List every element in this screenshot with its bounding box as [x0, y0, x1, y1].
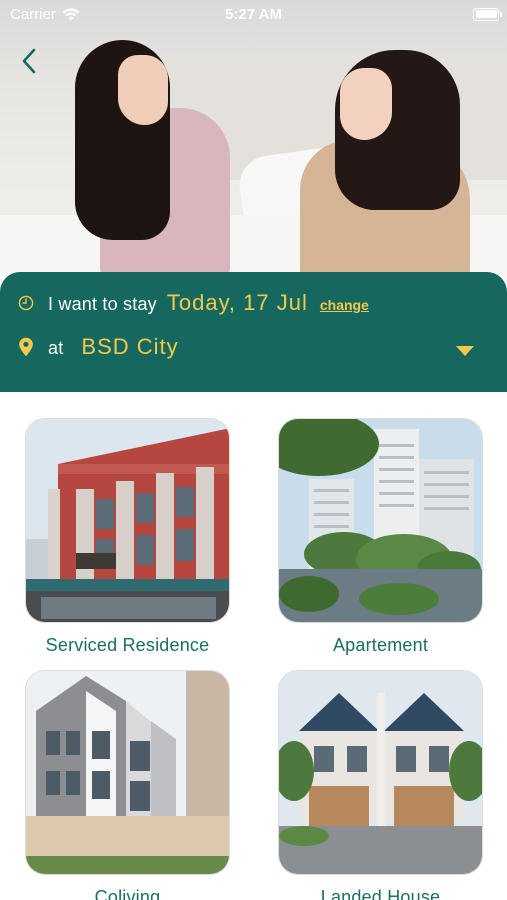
status-bar: Carrier 5:27 AM: [0, 0, 507, 28]
wifi-icon: [62, 7, 80, 20]
booking-panel: I want to stay Today, 17 Jul change at B…: [0, 272, 507, 392]
location-row[interactable]: at BSD City: [18, 334, 488, 360]
serviced-residence-image: [25, 418, 230, 623]
status-left: Carrier: [10, 6, 80, 23]
woman-left-face: [118, 55, 168, 125]
category-label: Coliving: [94, 887, 161, 900]
chevron-left-icon: [22, 48, 36, 74]
category-apartement[interactable]: Apartement: [278, 418, 483, 656]
location-value[interactable]: BSD City: [81, 334, 178, 360]
stay-date-value[interactable]: Today, 17 Jul: [167, 290, 308, 316]
back-button[interactable]: [14, 44, 44, 78]
coliving-image: [25, 670, 230, 875]
apartement-image: [278, 418, 483, 623]
clock-icon: [18, 295, 34, 311]
hero-image: [0, 0, 507, 290]
location-pin-icon: [19, 337, 33, 357]
category-label: Serviced Residence: [45, 635, 210, 655]
stay-label: I want to stay: [48, 294, 157, 314]
category-serviced-residence[interactable]: Serviced Residence: [25, 418, 230, 656]
woman-right-face: [340, 68, 392, 140]
at-label: at: [48, 338, 64, 358]
category-landed-house[interactable]: Landed House: [278, 670, 483, 900]
change-date-link[interactable]: change: [320, 297, 369, 313]
category-coliving[interactable]: Coliving: [25, 670, 230, 900]
category-label: Apartement: [332, 635, 429, 655]
stay-date-row: I want to stay Today, 17 Jul change: [18, 290, 369, 316]
caret-down-icon[interactable]: [456, 346, 474, 356]
landed-house-image: [278, 670, 483, 875]
carrier-label: Carrier: [10, 5, 56, 23]
category-label: Landed House: [320, 887, 441, 900]
battery-icon: [473, 7, 502, 21]
